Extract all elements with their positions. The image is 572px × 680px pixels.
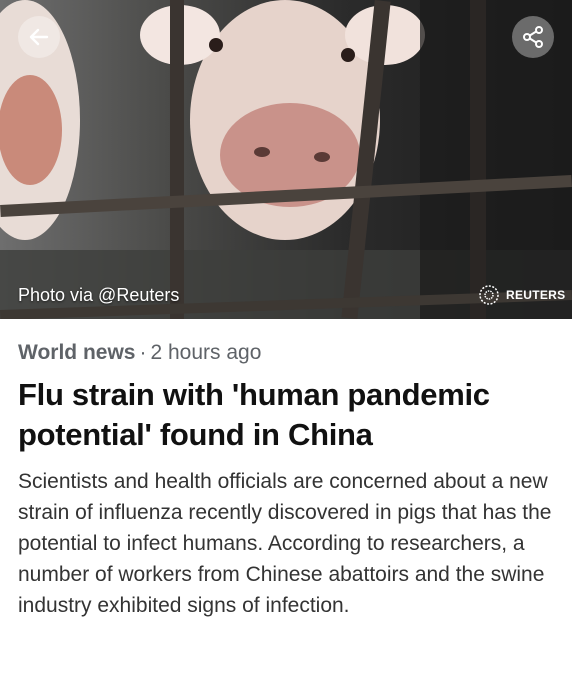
timestamp: 2 hours ago	[150, 341, 262, 364]
hero-image: Photo via @Reuters REUTERS	[0, 0, 572, 319]
source-logo-text: REUTERS	[506, 288, 566, 302]
share-icon	[523, 26, 543, 48]
meta-separator: ·	[139, 341, 147, 364]
source-logo: REUTERS	[478, 284, 565, 306]
article-headline[interactable]: Flu strain with 'human pandemic potentia…	[18, 375, 554, 455]
back-button[interactable]	[18, 16, 60, 58]
arrow-left-icon	[29, 28, 49, 46]
article-content: World news · 2 hours ago Flu strain with '…	[0, 319, 572, 621]
photo-credit: Photo via @Reuters	[18, 285, 180, 305]
category-label[interactable]: World news	[18, 341, 135, 364]
reuters-logo-icon	[479, 285, 499, 305]
article-meta: World news · 2 hours ago	[18, 337, 554, 369]
share-button[interactable]	[512, 16, 554, 58]
article-summary: Scientists and health officials are conc…	[18, 470, 552, 617]
pig-photo	[0, 0, 572, 319]
